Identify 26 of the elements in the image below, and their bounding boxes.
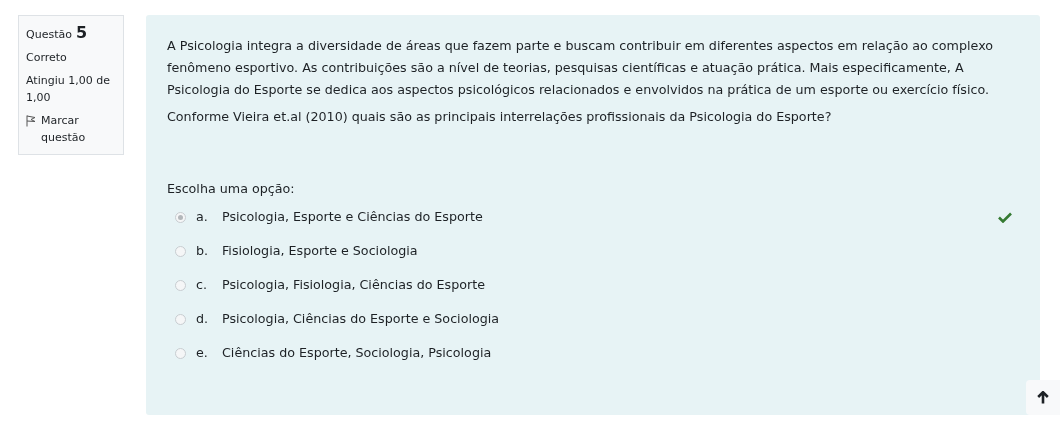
option-letter: d. bbox=[196, 310, 210, 328]
answer-prompt: Escolha uma opção: bbox=[167, 180, 296, 198]
question-text: Conforme Vieira et.al (2010) quais são as principais interrelações profissionais da Psicologia do Esporte? bbox=[167, 108, 833, 126]
answer-radio[interactable] bbox=[175, 347, 186, 359]
question-status: Correto bbox=[26, 50, 68, 66]
answer-radio[interactable] bbox=[175, 211, 186, 223]
answer-radio[interactable] bbox=[175, 313, 186, 325]
answer-radio[interactable] bbox=[175, 279, 186, 291]
option-letter: c. bbox=[196, 276, 208, 294]
option-text[interactable]: Psicologia, Esporte e Ciências do Esporte bbox=[222, 206, 483, 228]
answer-radio[interactable] bbox=[175, 245, 186, 257]
flag-question-link[interactable]: Marcar questão bbox=[41, 112, 116, 146]
option-text[interactable]: Ciências do Esporte, Sociologia, Psicologia bbox=[222, 342, 492, 364]
option-text[interactable]: Psicologia, Fisiologia, Ciências do Esporte bbox=[222, 274, 485, 296]
option-letter: b. bbox=[196, 242, 210, 260]
option-text[interactable]: Fisiologia, Esporte e Sociologia bbox=[222, 240, 418, 262]
question-grade: Atingiu 1,00 de 1,00 bbox=[26, 73, 111, 106]
question-label: Questão bbox=[26, 27, 72, 43]
flag-icon[interactable] bbox=[26, 115, 36, 127]
back-to-top-button[interactable] bbox=[1026, 380, 1060, 415]
question-number: 5 bbox=[75, 24, 88, 41]
option-text[interactable]: Psicologia, Ciências do Esporte e Sociologia bbox=[222, 308, 500, 330]
option-letter: a. bbox=[196, 208, 209, 226]
option-letter: e. bbox=[196, 344, 209, 362]
question-text: A Psicologia integra a diversidade de áreas que fazem parte e buscam contribuir em diferentes aspectos em relação ao complexo fenômeno esportivo. As contribuições são a nível de teorias, pesquisas científicas e atuação prática. Mais especificamente, A Psicologia do Esporte se dedica aos aspectos psicológicos relacionados e envolvidos na prática de um esporte ou exercício físico. bbox=[167, 37, 994, 99]
arrow-up-icon bbox=[1037, 391, 1049, 404]
